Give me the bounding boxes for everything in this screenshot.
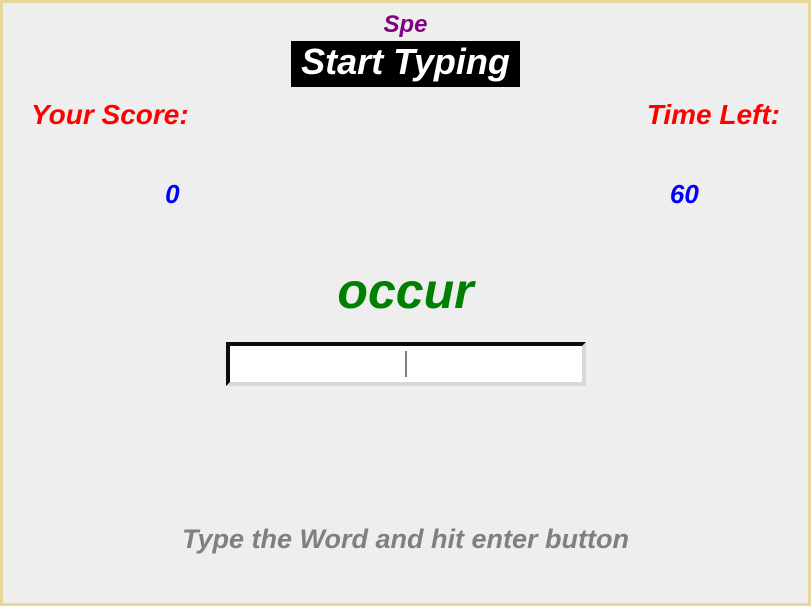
start-typing-banner: Start Typing <box>291 41 520 87</box>
time-section: Time Left: 60 <box>647 99 780 210</box>
score-section: Your Score: 0 <box>31 99 189 210</box>
time-value: 60 <box>647 179 722 210</box>
current-word: occur <box>337 263 473 319</box>
input-wrapper <box>226 342 586 386</box>
instruction-text: Type the Word and hit enter button <box>3 524 808 555</box>
stats-row: Your Score: 0 Time Left: 60 <box>3 99 808 210</box>
spe-label: Spe <box>3 11 808 39</box>
time-label: Time Left: <box>647 99 780 131</box>
input-area <box>3 342 808 386</box>
score-value: 0 <box>156 179 189 210</box>
score-label: Your Score: <box>31 99 189 131</box>
word-display: occur <box>3 262 808 320</box>
header-area: Spe Start Typing <box>3 3 808 87</box>
text-cursor <box>405 351 406 377</box>
